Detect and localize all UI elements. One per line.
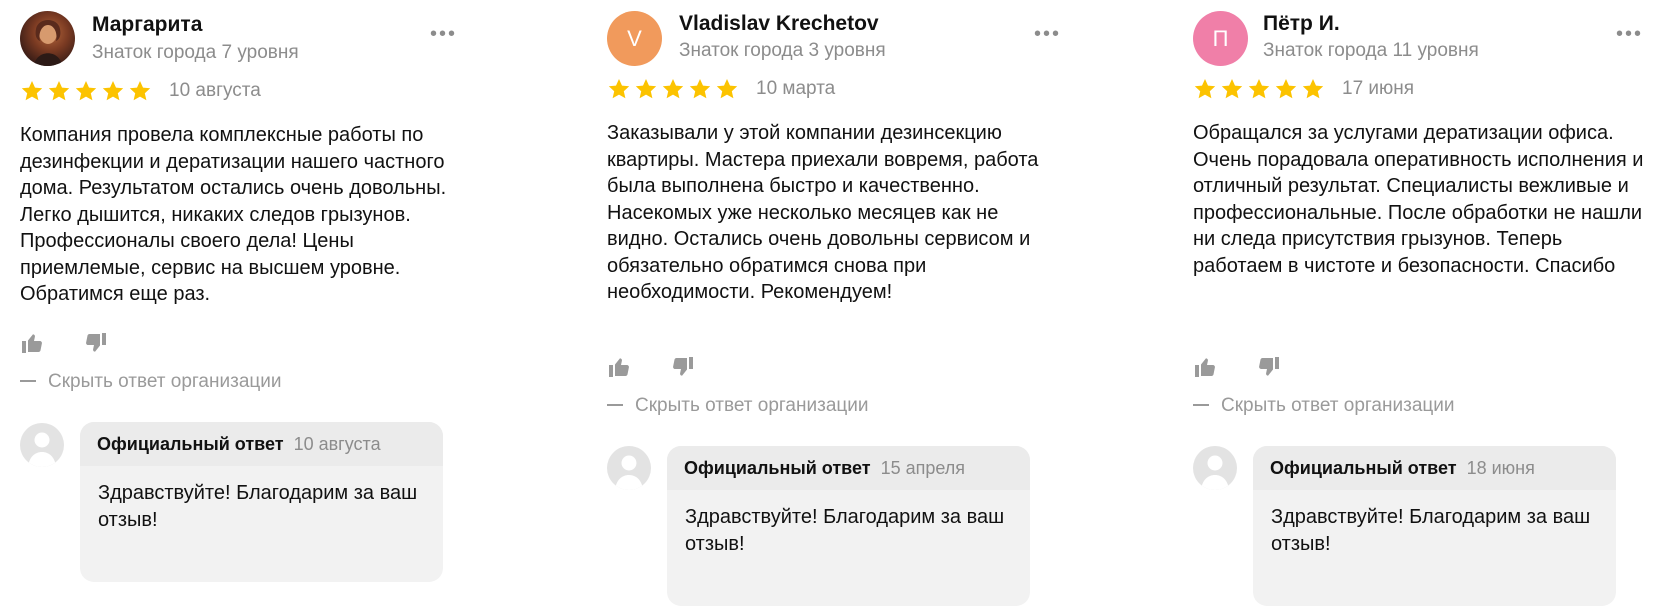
answer-title: Официальный ответ [97,433,284,454]
avatar-photo-icon [34,20,62,66]
star-icon [129,81,151,101]
more-dots-icon[interactable]: ••• [430,24,457,44]
rating-row: 10 марта [607,77,835,101]
answer-text: Здравствуйте! Благодарим за ваш отзыв! [1271,506,1591,555]
answer-date: 18 июня [1466,457,1535,478]
org-avatar [1193,446,1237,490]
answer-title: Официальный ответ [684,457,871,478]
review-card: П Пётр И. Знаток города 11 уровня ••• 17… [1173,0,1643,612]
star-icon [689,79,711,99]
author-name[interactable]: Маргарита [92,13,202,37]
reaction-row [607,355,735,379]
avatar-letter: П [1212,25,1229,51]
dash-icon [1193,403,1209,406]
author-avatar[interactable]: V [607,11,662,66]
answer-header: Официальный ответ 18 июня [1253,446,1616,490]
author-level: Знаток города 11 уровня [1263,40,1479,61]
review-date: 17 июня [1342,78,1415,99]
star-icon [21,81,43,101]
answer-date: 10 августа [293,433,381,454]
answer-header: Официальный ответ 15 апреля [667,446,1030,490]
org-avatar [20,423,64,467]
star-icon [75,81,97,101]
star-icon [662,79,684,99]
hide-reply-link[interactable]: Скрыть ответ организации [1193,395,1455,417]
thumbs-down-icon[interactable] [1257,355,1281,379]
star-icon [102,81,124,101]
dash-icon [607,403,623,406]
answer-title: Официальный ответ [1270,457,1457,478]
star-icon [1221,79,1243,99]
hide-reply-link[interactable]: Скрыть ответ организации [607,395,869,417]
more-dots-icon[interactable]: ••• [1616,24,1643,44]
author-level: Знаток города 7 уровня [92,42,299,63]
answer-text: Здравствуйте! Благодарим за ваш отзыв! [685,506,1005,555]
dash-icon [20,379,36,382]
org-avatar [607,446,651,490]
hide-reply-label: Скрыть ответ организации [635,395,869,416]
more-dots-icon[interactable]: ••• [1034,24,1061,44]
review-text: Заказывали у этой компании дезинсекцию к… [607,122,1039,303]
hide-reply-link[interactable]: Скрыть ответ организации [20,371,282,393]
review-date: 10 августа [169,80,261,101]
answer-date: 15 апреля [880,457,966,478]
user-silhouette-icon [1201,455,1229,490]
reaction-row [20,331,148,355]
star-icon [716,79,738,99]
review-card: V Vladislav Krechetov Знаток города 3 ур… [587,0,1059,612]
author-name[interactable]: Пётр И. [1263,12,1340,36]
review-date: 10 марта [756,78,836,99]
rating-row: 10 августа [20,79,261,103]
user-silhouette-icon [615,455,643,490]
review-card: Маргарита Знаток города 7 уровня ••• 10 … [0,0,470,612]
star-icon [608,79,630,99]
author-name[interactable]: Vladislav Krechetov [679,12,879,36]
thumbs-up-icon[interactable] [1193,355,1217,379]
author-avatar[interactable]: П [1193,11,1248,66]
author-level: Знаток города 3 уровня [679,40,886,61]
thumbs-down-icon[interactable] [84,331,108,355]
official-answer: Официальный ответ 10 августа Здравствуйт… [80,422,443,582]
star-icon [1302,79,1324,99]
thumbs-up-icon[interactable] [607,355,631,379]
user-silhouette-icon [28,432,56,467]
thumbs-up-icon[interactable] [20,331,44,355]
rating-row: 17 июня [1193,77,1414,101]
reaction-row [1193,355,1321,379]
star-icon [1248,79,1270,99]
author-avatar[interactable] [20,11,75,66]
thumbs-down-icon[interactable] [671,355,695,379]
star-icon [1275,79,1297,99]
answer-header: Официальный ответ 10 августа [80,422,443,466]
star-icon [1194,79,1216,99]
avatar-letter: V [627,25,642,51]
official-answer: Официальный ответ 15 апреля Здравствуйте… [667,446,1030,606]
star-icon [635,79,657,99]
answer-text: Здравствуйте! Благодарим за ваш отзыв! [98,482,418,531]
hide-reply-label: Скрыть ответ организации [48,371,282,392]
star-icon [48,81,70,101]
hide-reply-label: Скрыть ответ организации [1221,395,1455,416]
review-text: Обращался за услугами дератизации офиса.… [1193,122,1644,277]
official-answer: Официальный ответ 18 июня Здравствуйте! … [1253,446,1616,606]
review-text: Компания провела комплексные работы по д… [20,124,447,305]
